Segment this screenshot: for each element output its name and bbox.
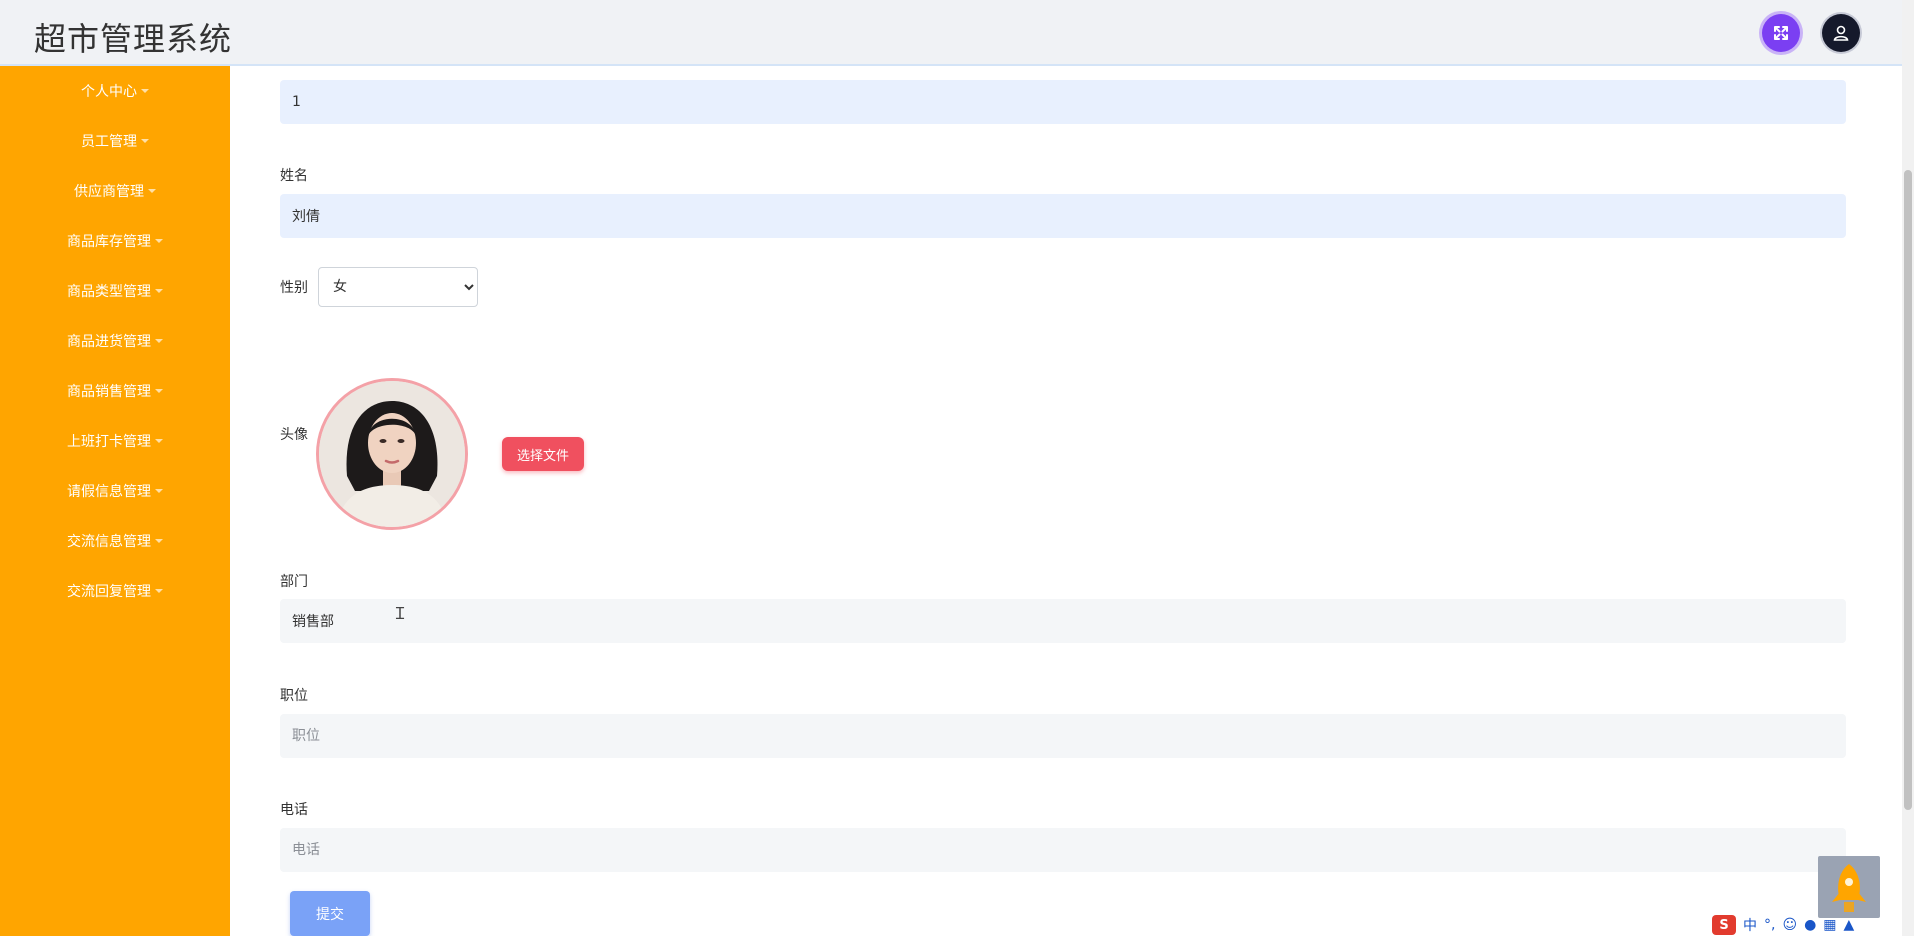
sidebar-item-label: 商品库存管理 bbox=[67, 234, 151, 250]
keyboard-icon[interactable]: ▦ bbox=[1823, 917, 1836, 933]
fullscreen-button[interactable] bbox=[1762, 14, 1800, 52]
sidebar-item-label: 交流信息管理 bbox=[67, 534, 151, 550]
id-field[interactable] bbox=[280, 80, 1846, 124]
text-cursor-icon: Ｉ bbox=[392, 604, 409, 623]
ime-mode-label[interactable]: 中 bbox=[1743, 915, 1757, 935]
system-tray: S 中 °, ☺ ● ▦ ▲ bbox=[1712, 914, 1902, 936]
sogou-ime-icon[interactable]: S bbox=[1712, 915, 1736, 935]
rocket-icon bbox=[1832, 864, 1866, 912]
sidebar: 个人中心 员工管理 供应商管理 商品库存管理 商品类型管理 商品进货管理 商品销… bbox=[0, 66, 230, 936]
sidebar-item-supplier[interactable]: 供应商管理 bbox=[0, 166, 230, 216]
department-field[interactable] bbox=[280, 599, 1846, 643]
caret-down-icon bbox=[155, 239, 163, 243]
sidebar-item-sales[interactable]: 商品销售管理 bbox=[0, 366, 230, 416]
sidebar-item-label: 交流回复管理 bbox=[67, 584, 151, 600]
caret-down-icon bbox=[155, 439, 163, 443]
sidebar-item-label: 商品销售管理 bbox=[67, 384, 151, 400]
gender-select[interactable]: 女 bbox=[318, 267, 478, 307]
sidebar-item-inventory[interactable]: 商品库存管理 bbox=[0, 216, 230, 266]
microphone-icon[interactable]: ● bbox=[1804, 917, 1816, 933]
position-field[interactable] bbox=[280, 714, 1846, 758]
phone-field[interactable] bbox=[280, 828, 1846, 872]
emoji-icon[interactable]: ☺ bbox=[1782, 917, 1797, 933]
app-title: 超市管理系统 bbox=[34, 20, 233, 58]
sidebar-item-personal-center[interactable]: 个人中心 bbox=[0, 66, 230, 116]
position-label: 职位 bbox=[280, 688, 308, 704]
sidebar-item-label: 供应商管理 bbox=[74, 184, 144, 200]
avatar-label: 头像 bbox=[280, 427, 308, 443]
sidebar-item-label: 上班打卡管理 bbox=[67, 434, 151, 450]
sidebar-item-label: 商品类型管理 bbox=[67, 284, 151, 300]
page-scrollbar[interactable] bbox=[1902, 0, 1914, 936]
caret-down-icon bbox=[155, 539, 163, 543]
scrollbar-thumb[interactable] bbox=[1904, 170, 1912, 810]
submit-button[interactable]: 提交 bbox=[290, 891, 370, 936]
avatar-image bbox=[316, 378, 468, 530]
user-icon bbox=[1833, 25, 1849, 41]
sidebar-item-product-type[interactable]: 商品类型管理 bbox=[0, 266, 230, 316]
back-to-top-button[interactable] bbox=[1818, 856, 1880, 918]
caret-down-icon bbox=[148, 189, 156, 193]
top-header: 超市管理系统 bbox=[0, 0, 1902, 66]
caret-down-icon bbox=[141, 89, 149, 93]
punctuation-icon[interactable]: °, bbox=[1764, 917, 1775, 933]
sidebar-item-label: 请假信息管理 bbox=[67, 484, 151, 500]
caret-down-icon bbox=[155, 289, 163, 293]
sidebar-item-clock-in[interactable]: 上班打卡管理 bbox=[0, 416, 230, 466]
sidebar-item-label: 商品进货管理 bbox=[67, 334, 151, 350]
phone-label: 电话 bbox=[280, 802, 308, 818]
caret-down-icon bbox=[141, 139, 149, 143]
sidebar-item-employee[interactable]: 员工管理 bbox=[0, 116, 230, 166]
sidebar-item-label: 个人中心 bbox=[81, 84, 137, 100]
caret-down-icon bbox=[155, 589, 163, 593]
caret-down-icon bbox=[155, 339, 163, 343]
department-label: 部门 bbox=[280, 574, 308, 590]
sidebar-item-purchase[interactable]: 商品进货管理 bbox=[0, 316, 230, 366]
name-label: 姓名 bbox=[280, 168, 308, 184]
gender-label: 性别 bbox=[280, 280, 308, 296]
sidebar-item-label: 员工管理 bbox=[81, 134, 137, 150]
expand-icon bbox=[1774, 26, 1788, 40]
user-menu-button[interactable] bbox=[1822, 14, 1860, 52]
choose-file-button[interactable]: 选择文件 bbox=[502, 437, 584, 471]
name-field[interactable] bbox=[280, 194, 1846, 238]
sidebar-item-replies[interactable]: 交流回复管理 bbox=[0, 566, 230, 616]
skin-icon[interactable]: ▲ bbox=[1844, 917, 1855, 933]
caret-down-icon bbox=[155, 489, 163, 493]
edit-form: 姓名 性别 女 头像 选择文件 部门 职位 电话 提交 bbox=[230, 66, 1902, 936]
caret-down-icon bbox=[155, 389, 163, 393]
sidebar-item-leave[interactable]: 请假信息管理 bbox=[0, 466, 230, 516]
sidebar-item-messages[interactable]: 交流信息管理 bbox=[0, 516, 230, 566]
